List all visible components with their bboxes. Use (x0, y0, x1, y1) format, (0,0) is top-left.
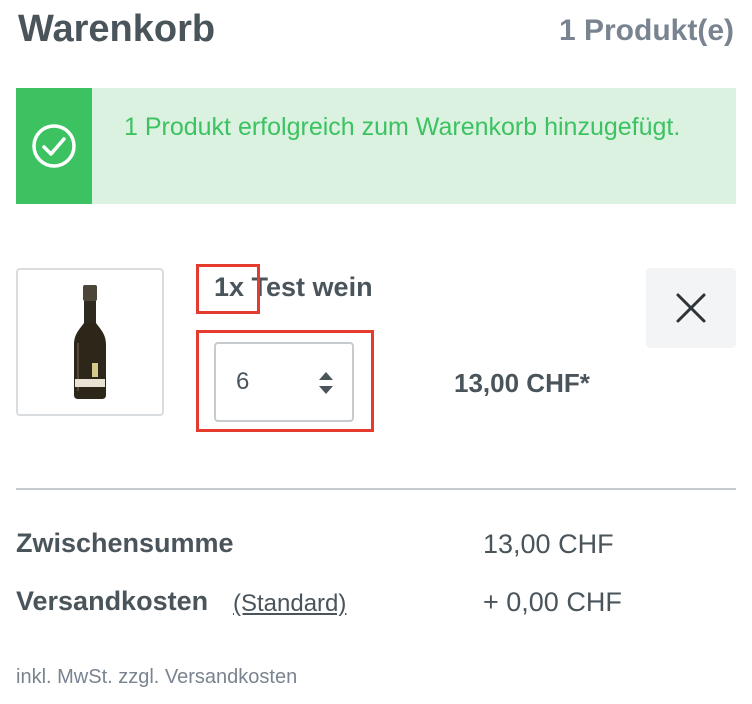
check-circle-icon (32, 124, 76, 168)
subtotal-label: Zwischensumme (16, 528, 234, 558)
alert-icon-box (16, 88, 92, 204)
close-icon (676, 293, 706, 323)
alert-message: 1 Produkt erfolgreich zum Warenkorb hinz… (124, 113, 681, 141)
product-thumbnail[interactable] (16, 268, 164, 416)
product-count: 1 Produkt(e) (558, 14, 734, 47)
shipping-value: + 0,00 CHF (483, 587, 622, 617)
wine-bottle-image (74, 285, 106, 399)
divider (16, 488, 736, 490)
quantity-prefix-highlight (196, 264, 260, 314)
quantity-stepper-highlight (196, 330, 374, 432)
success-alert: 1 Produkt erfolgreich zum Warenkorb hinz… (16, 88, 736, 204)
tax-footnote: inkl. MwSt. zzgl. Versandkosten (16, 666, 298, 688)
shipping-label: Versandkosten (16, 586, 209, 616)
remove-item-button[interactable] (646, 268, 736, 348)
subtotal-value: 13,00 CHF (483, 529, 614, 559)
cart-title: Warenkorb (18, 8, 216, 50)
item-price: 13,00 CHF* (454, 368, 590, 398)
shipping-method-link[interactable]: (Standard) (233, 590, 346, 618)
